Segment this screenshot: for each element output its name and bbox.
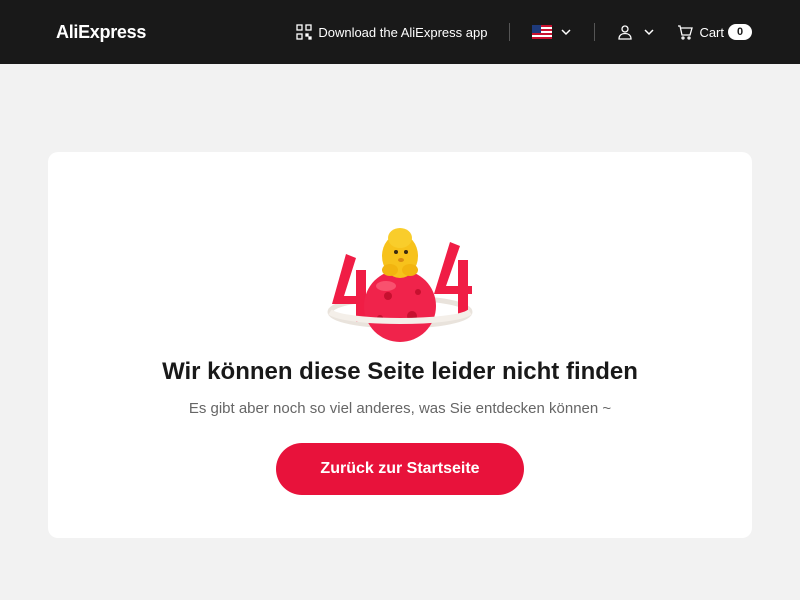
chevron-down-icon [560, 26, 572, 38]
download-app-link[interactable]: Download the AliExpress app [296, 24, 487, 40]
language-selector[interactable] [532, 25, 572, 39]
us-flag-icon [532, 25, 553, 39]
user-icon [617, 24, 633, 40]
download-app-label: Download the AliExpress app [318, 24, 488, 40]
aliexpress-logo[interactable]: AliExpress [56, 22, 146, 43]
divider [594, 23, 596, 41]
back-to-home-button[interactable]: Zurück zur Startseite [276, 443, 524, 495]
chevron-down-icon [643, 26, 655, 38]
page-title: Wir können diese Seite leider nicht find… [162, 358, 638, 385]
account-menu[interactable] [617, 24, 655, 40]
page-subtitle: Es gibt aber noch so viel anderes, was S… [188, 400, 612, 417]
cart-link[interactable]: Cart 0 [677, 24, 752, 40]
logo-text: AliExpress [56, 21, 147, 42]
404-mascot-illustration [326, 214, 474, 346]
qr-code-icon [296, 24, 312, 40]
cart-count-badge: 0 [728, 24, 752, 40]
top-header: AliExpress Download the AliExpress app C… [0, 0, 800, 64]
cart-icon [677, 24, 694, 40]
header-nav: Download the AliExpress app Cart 0 [296, 0, 752, 64]
error-card: Wir können diese Seite leider nicht find… [48, 152, 752, 538]
cart-label: Cart [699, 24, 724, 40]
divider [509, 23, 511, 41]
